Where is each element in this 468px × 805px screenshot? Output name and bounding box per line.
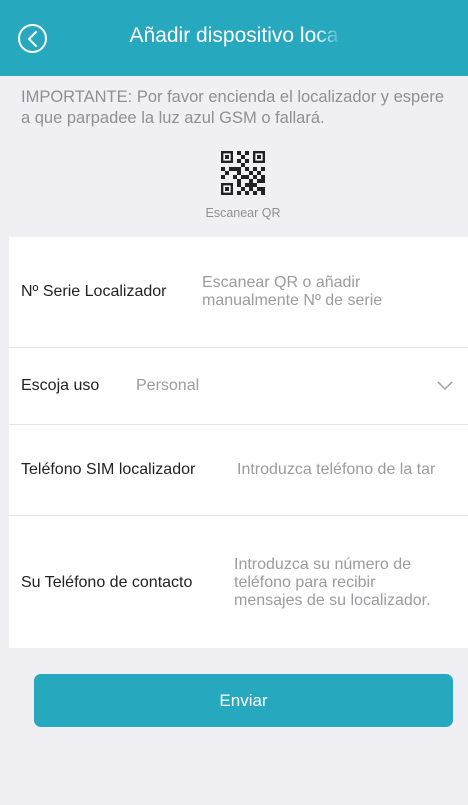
contact-hint-line-3: mensajes de su localizador. (234, 592, 431, 609)
qr-code-icon (221, 151, 265, 195)
serial-hint-line-1: Escanear QR o añadir (202, 274, 361, 291)
chevron-down-icon[interactable] (437, 381, 453, 391)
scan-qr-label[interactable]: Escanear QR (0, 206, 468, 220)
sim-row[interactable]: Teléfono SIM localizador Introduzca telé… (9, 425, 468, 516)
notice-line-1: IMPORTANTE: Por favor encienda el locali… (21, 88, 445, 106)
contact-hint-line-2: teléfono para recibir (234, 574, 376, 591)
contact-hint-line-1: Introduzca su número de (234, 556, 411, 573)
page-title-wrap: Añadir dispositivo loca (0, 24, 468, 48)
scan-qr-button[interactable] (221, 151, 265, 195)
use-label: Escoja uso (21, 377, 100, 394)
serial-row[interactable]: Nº Serie Localizador Escanear QR o añadi… (9, 237, 468, 348)
use-select-value[interactable]: Personal (136, 377, 199, 395)
use-row[interactable]: Escoja uso Personal (9, 348, 468, 425)
important-notice: IMPORTANTE: Por favor encienda el locali… (21, 87, 468, 129)
contact-input[interactable]: Introduzca su número de teléfono para re… (234, 556, 431, 610)
device-form: Nº Serie Localizador Escanear QR o añadi… (9, 237, 468, 648)
contact-row[interactable]: Su Teléfono de contacto Introduzca su nú… (9, 516, 468, 648)
top-bar: Añadir dispositivo loca (0, 0, 468, 76)
sim-label: Teléfono SIM localizador (21, 461, 196, 478)
notice-line-2: a que parpadee la luz azul GSM o fallará… (21, 109, 325, 127)
submit-button[interactable]: Enviar (34, 674, 453, 727)
page-title: Añadir dispositivo loca (125, 24, 343, 48)
serial-label: Nº Serie Localizador (21, 283, 167, 300)
sim-input[interactable]: Introduzca teléfono de la tar (237, 461, 456, 479)
serial-input[interactable]: Escanear QR o añadir manualmente Nº de s… (202, 274, 382, 310)
contact-label: Su Teléfono de contacto (21, 574, 193, 591)
serial-hint-line-2: manualmente Nº de serie (202, 292, 383, 309)
